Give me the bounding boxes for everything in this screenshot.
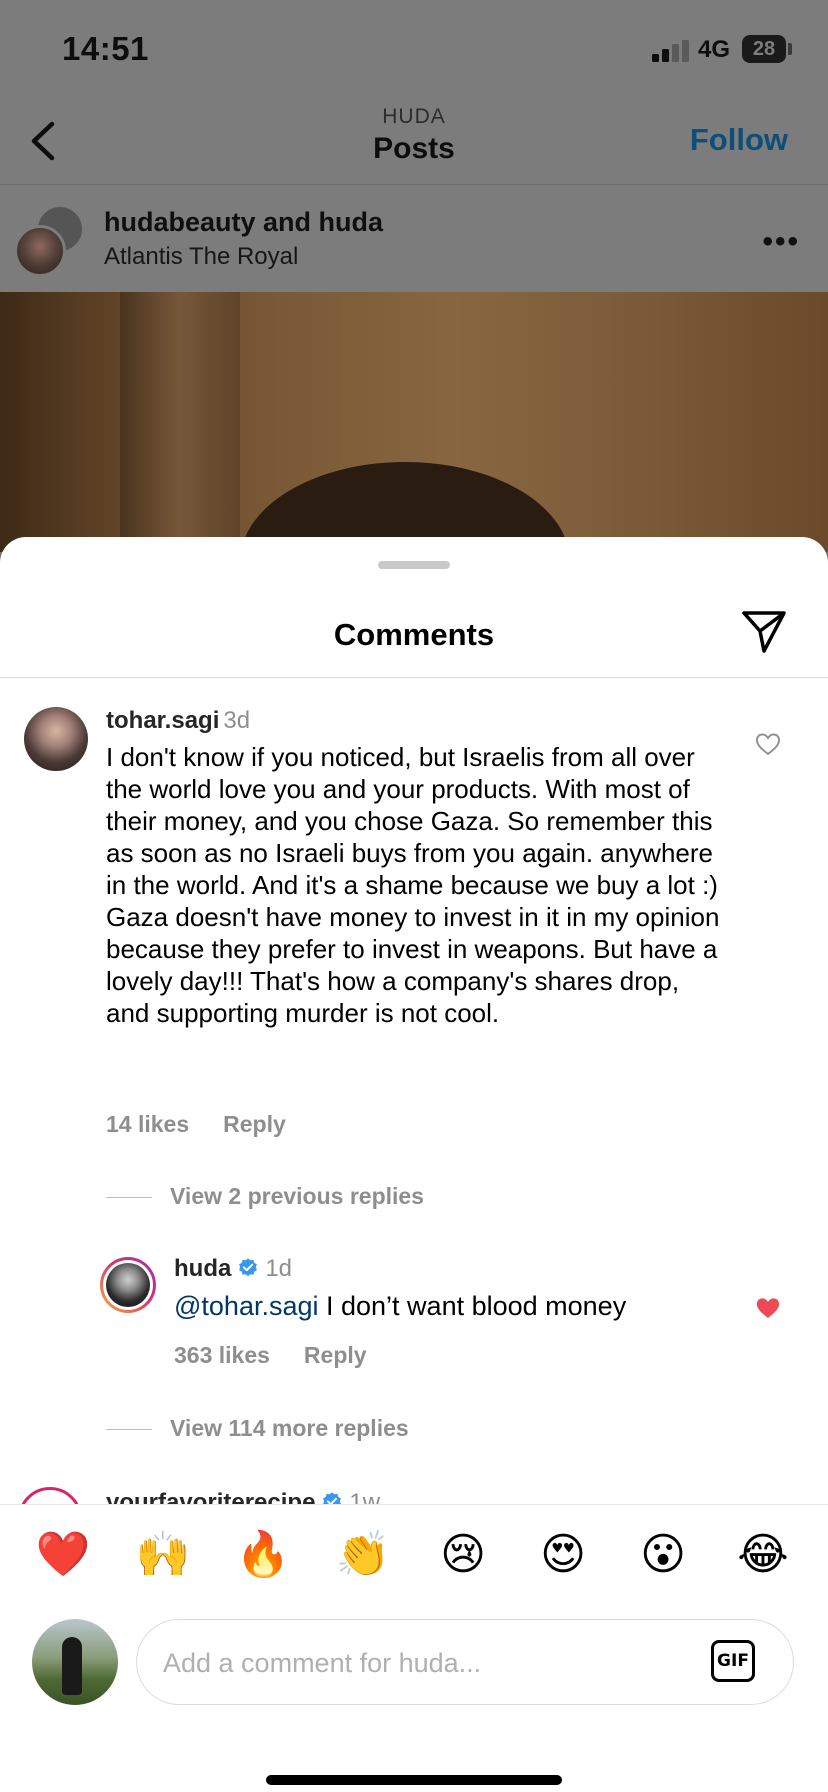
reply-button[interactable]: Reply [304,1342,367,1369]
comments-sheet: Comments tohar.sagi 3d I don't know if yo… [0,537,828,1792]
post-image [0,292,828,662]
post-usernames[interactable]: hudabeauty and huda [104,207,383,238]
battery-cap [788,43,792,55]
reply-text: @tohar.sagi I don’t want blood money [174,1291,626,1322]
view-previous-replies-label: View 2 previous replies [170,1183,424,1209]
comment-meta: 14 likes Reply [106,1111,320,1138]
view-more-replies-label: View 114 more replies [170,1415,409,1441]
emoji-quick-reactions: ❤️ 🙌 🔥 👏 😢 😍 😮 😂 [0,1527,828,1583]
mention-link[interactable]: @tohar.sagi [174,1291,319,1321]
network-type: 4G [698,36,731,63]
surprised-emoji[interactable]: 😮 [633,1527,693,1583]
home-indicator [266,1775,562,1785]
raising-hands-emoji[interactable]: 🙌 [133,1527,193,1583]
follow-button[interactable]: Follow [690,122,788,158]
reply-time: 1d [265,1255,293,1282]
post-header: hudabeauty and huda Atlantis The Royal •… [0,185,828,292]
view-more-replies[interactable]: View 114 more replies [106,1415,409,1442]
comment-likes[interactable]: 14 likes [106,1111,189,1138]
reply-button[interactable]: Reply [223,1111,286,1138]
comment-field[interactable]: GIF [136,1619,794,1705]
comment-input[interactable] [161,1640,665,1686]
comment-username-line: tohar.sagi 3d [106,707,250,735]
clapping-emoji[interactable]: 👏 [333,1527,393,1583]
battery-level: 28 [752,38,776,60]
cellular-signal-icon [652,40,690,62]
avatar [32,1619,118,1705]
reply-likes[interactable]: 363 likes [174,1342,270,1369]
replies-line [106,1197,152,1199]
sheet-divider [0,677,828,678]
sheet-title: Comments [333,617,495,652]
replies-line [106,1429,152,1431]
status-time: 14:51 [62,30,149,67]
avatar[interactable] [24,707,88,771]
reply-username-line: huda 1d [174,1255,292,1283]
fire-emoji[interactable]: 🔥 [233,1527,293,1583]
verified-badge-icon [239,1258,258,1277]
comment-text: I don't know if you noticed, but Israeli… [106,742,720,1028]
status-bar: 14:51 4G 28 [0,0,828,100]
comment-username[interactable]: tohar.sagi [106,707,219,734]
heart-filled-icon[interactable] [754,1294,782,1322]
reply-username[interactable]: huda [174,1255,231,1282]
more-horizontal-icon[interactable]: ••• [762,225,800,259]
reply-body: I don’t want blood money [318,1291,627,1321]
heart-eyes-emoji[interactable]: 😍 [533,1527,593,1583]
paper-plane-icon[interactable] [740,607,788,655]
gif-button[interactable]: GIF [711,1640,755,1682]
heart-emoji[interactable]: ❤️ [33,1527,93,1583]
crying-emoji[interactable]: 😢 [433,1527,493,1583]
avatar[interactable] [14,225,66,277]
post-location[interactable]: Atlantis The Royal [104,243,298,271]
comment-time: 3d [223,707,251,734]
view-previous-replies[interactable]: View 2 previous replies [106,1183,424,1210]
comment-composer: ❤️ 🙌 🔥 👏 😢 😍 😮 😂 GIF [0,1504,828,1792]
battery-icon: 28 [742,35,786,63]
heart-outline-icon[interactable] [754,730,782,758]
reply-meta: 363 likes Reply [174,1342,401,1369]
laughing-emoji[interactable]: 😂 [733,1527,793,1583]
avatar[interactable] [106,1263,150,1307]
sheet-grabber[interactable] [378,561,450,569]
